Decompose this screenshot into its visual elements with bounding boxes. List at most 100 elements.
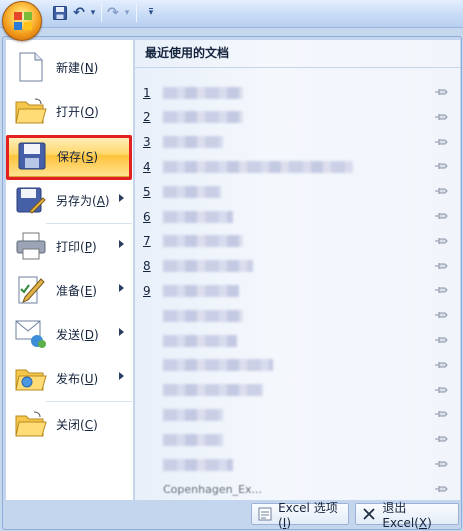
recent-document-item[interactable]: [135, 303, 460, 328]
recent-document-item[interactable]: 5: [135, 179, 460, 204]
exit-label: 退出 Excel(: [382, 500, 419, 530]
menu-item-label: 关闭(: [56, 417, 85, 432]
menu-item-close[interactable]: 关闭(C): [8, 403, 132, 445]
menu-item-label-tail: ): [93, 60, 99, 75]
pin-icon[interactable]: [434, 360, 448, 370]
qat-redo-dropdown[interactable]: ▾: [123, 4, 131, 22]
recent-document-name-redacted: [163, 210, 233, 223]
recent-document-item[interactable]: [135, 328, 460, 353]
menu-item-label: 准备(: [56, 283, 85, 298]
menu-item-publish[interactable]: 发布(U): [8, 357, 132, 399]
menu-item-accelerator: N: [84, 60, 94, 75]
submenu-arrow-icon: [119, 372, 124, 380]
menu-item-send[interactable]: 发送(D): [8, 313, 132, 355]
recent-document-item[interactable]: [135, 378, 460, 403]
menu-item-label-tail: ): [93, 417, 98, 432]
recent-document-item[interactable]: [135, 402, 460, 427]
undo-icon: ↶: [73, 5, 85, 21]
submenu-arrow-icon: [119, 240, 124, 248]
recent-document-name-redacted: [163, 111, 243, 124]
qat-undo-dropdown[interactable]: ▾: [89, 4, 97, 22]
recent-document-name-redacted: [163, 260, 253, 273]
menu-item-accelerator: D: [84, 327, 94, 342]
recent-document-name-redacted: [163, 458, 233, 471]
submenu-arrow-icon: [119, 328, 124, 336]
menu-item-label: 另存为(: [56, 193, 97, 208]
pin-icon[interactable]: [434, 261, 448, 271]
recent-document-item[interactable]: 4: [135, 154, 460, 179]
recent-document-item[interactable]: 8: [135, 254, 460, 279]
recent-document-name-redacted: [163, 160, 353, 173]
pin-icon[interactable]: [434, 236, 448, 246]
recent-document-number: 6: [143, 209, 151, 224]
prepare-icon: [14, 273, 48, 307]
pin-icon[interactable]: [434, 211, 448, 221]
recent-document-name-redacted: [163, 359, 273, 372]
redo-icon: ↷: [107, 5, 119, 21]
menu-item-prepare[interactable]: 准备(E): [8, 269, 132, 311]
menu-item-accelerator: P: [84, 239, 92, 254]
pin-icon[interactable]: [434, 434, 448, 444]
menu-item-label-tail: ): [91, 239, 97, 254]
recent-document-item[interactable]: 6: [135, 204, 460, 229]
pin-icon[interactable]: [434, 484, 448, 494]
menu-item-label: 打印(: [56, 239, 85, 254]
recent-document-item[interactable]: 2: [135, 105, 460, 130]
recent-document-item[interactable]: 9: [135, 278, 460, 303]
recent-document-number: 8: [143, 259, 151, 274]
menu-item-accelerator: C: [84, 417, 94, 432]
pin-icon[interactable]: [434, 335, 448, 345]
menu-item-print[interactable]: 打印(P): [8, 225, 132, 267]
quick-access-toolbar: ↶ ▾ ↷ ▾ ▾: [0, 0, 463, 28]
recent-document-number: 3: [143, 135, 151, 150]
recent-document-item[interactable]: [135, 452, 460, 477]
pin-icon[interactable]: [434, 409, 448, 419]
exit-excel-button[interactable]: 退出 Excel(X): [355, 501, 459, 530]
customize-qat-button[interactable]: ▾: [146, 4, 156, 22]
qat-undo-button[interactable]: ↶: [72, 4, 86, 22]
recent-document-number: 4: [143, 159, 151, 174]
menu-item-open[interactable]: 打开(O): [8, 90, 132, 132]
recent-document-name-redacted: [163, 334, 237, 347]
qat-save-button[interactable]: [52, 4, 68, 22]
menu-item-label: 新建(: [56, 60, 85, 75]
menu-item-save-as[interactable]: 另存为(A): [8, 179, 132, 221]
recent-document-number: 5: [143, 184, 151, 199]
menu-item-save[interactable]: 保存(S): [8, 135, 132, 177]
pin-icon[interactable]: [434, 137, 448, 147]
save-as-icon: [14, 183, 48, 217]
new-document-icon: [14, 50, 48, 84]
chevron-down-icon: ▾: [90, 8, 96, 18]
recent-document-item[interactable]: [135, 427, 460, 452]
recent-document-name-redacted: [163, 408, 223, 421]
pin-icon[interactable]: [434, 112, 448, 122]
pin-icon[interactable]: [434, 87, 448, 97]
recent-document-name-redacted: [163, 433, 223, 446]
recent-document-name-redacted: [163, 284, 239, 297]
pin-icon[interactable]: [434, 459, 448, 469]
pin-icon[interactable]: [434, 285, 448, 295]
office-menu: 新建(N) 打开(O) 保存(S) 另存为(A) 打印(P) 准备(E) 发送(…: [2, 36, 462, 530]
recent-document-name-redacted: [163, 185, 221, 198]
save-icon: [53, 6, 67, 20]
exit-accelerator: X: [418, 515, 428, 530]
menu-item-label-tail: ): [94, 104, 99, 119]
recent-document-number: 1: [143, 85, 151, 100]
office-button[interactable]: [2, 1, 42, 41]
recent-document-name-redacted: [163, 235, 243, 248]
pin-icon[interactable]: [434, 385, 448, 395]
recent-document-item[interactable]: 3: [135, 130, 460, 155]
qat-redo-button[interactable]: ↷: [106, 4, 120, 22]
pin-icon[interactable]: [434, 310, 448, 320]
excel-options-button[interactable]: Excel 选项(I): [251, 501, 349, 530]
recent-document-number: 9: [143, 283, 151, 298]
pin-icon[interactable]: [434, 186, 448, 196]
recent-document-item[interactable]: 1: [135, 80, 460, 105]
recent-document-item[interactable]: 7: [135, 229, 460, 254]
pin-icon[interactable]: [434, 161, 448, 171]
menu-item-new[interactable]: 新建(N): [8, 46, 132, 88]
menu-item-label: 发布(: [56, 371, 85, 386]
recent-document-item[interactable]: [135, 353, 460, 378]
menu-item-accelerator: O: [84, 104, 95, 119]
send-icon: [14, 317, 48, 351]
